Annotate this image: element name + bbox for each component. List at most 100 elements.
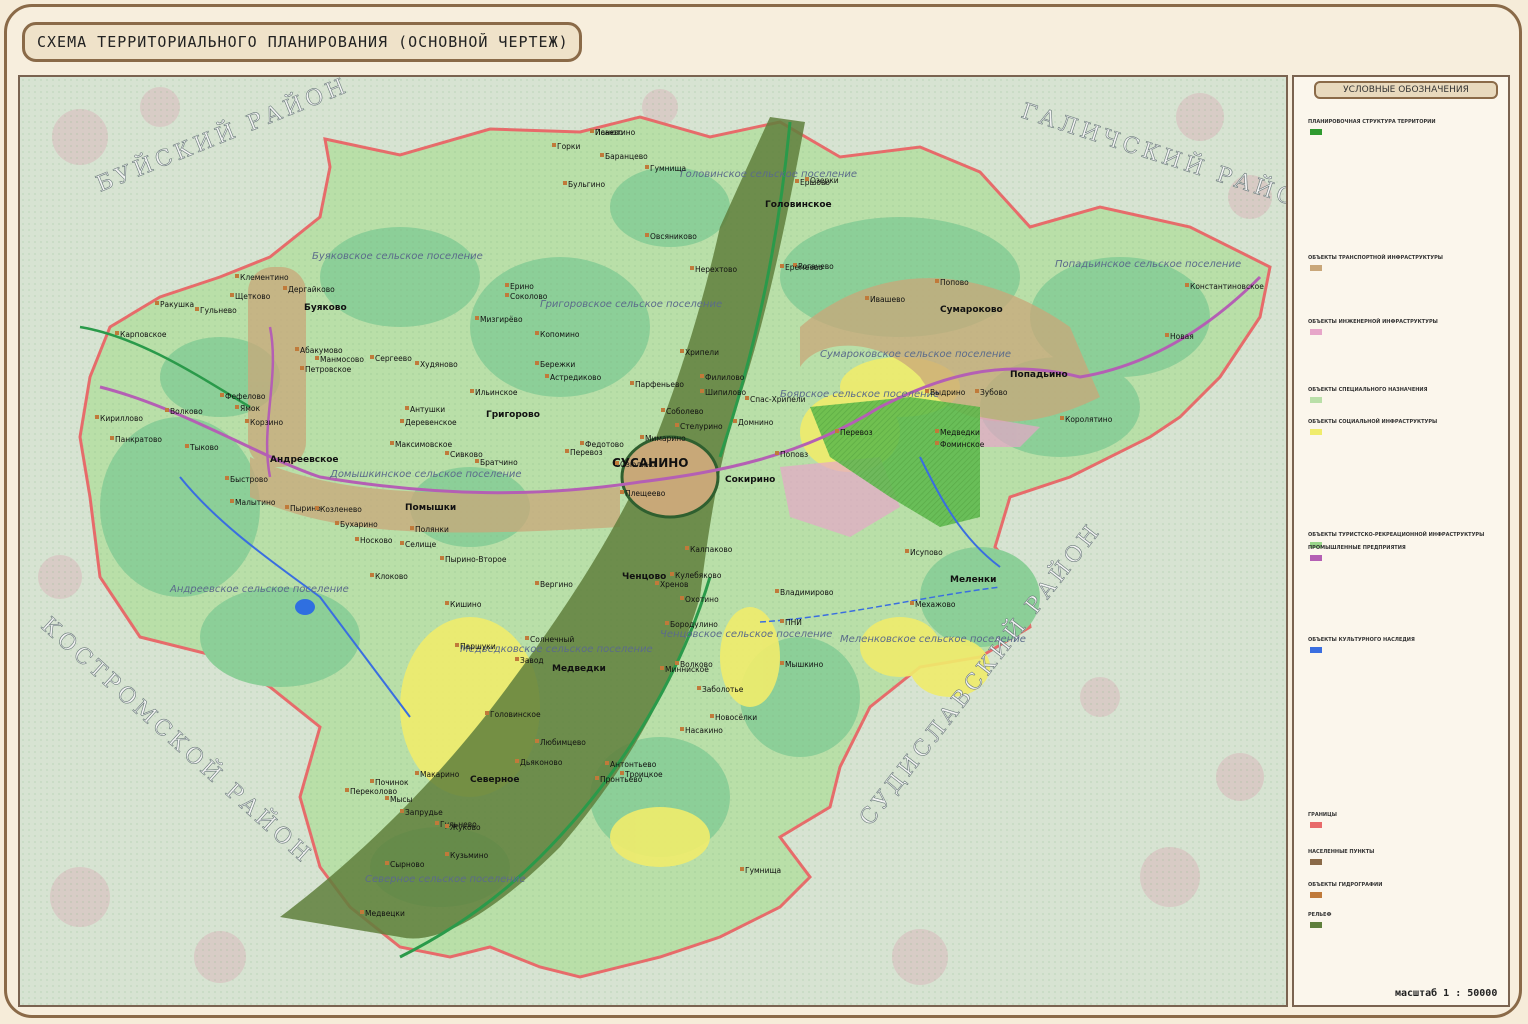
village-label[interactable]: Охотино <box>685 595 719 604</box>
village-label[interactable]: Панютино <box>595 128 636 137</box>
village-label[interactable]: Клементино <box>240 273 289 282</box>
village-label[interactable]: Соколово <box>510 292 548 301</box>
village-label[interactable]: Нерехтово <box>695 265 737 274</box>
village-label[interactable]: Ильинское <box>475 388 518 397</box>
village-label[interactable]: Гумнища <box>650 164 686 173</box>
village-label[interactable]: Сергеево <box>375 354 412 363</box>
village-label[interactable]: Солнечный <box>530 635 574 644</box>
village-label[interactable]: Бережки <box>540 360 575 369</box>
village-label[interactable]: Насакино <box>685 726 723 735</box>
village-label[interactable]: Перевоз <box>840 428 873 437</box>
village-label[interactable]: Копомино <box>540 330 580 339</box>
village-label[interactable]: Владимирово <box>780 588 834 597</box>
village-label[interactable]: Жуково <box>450 823 481 832</box>
village-label[interactable]: Плещеево <box>625 489 666 498</box>
village-label[interactable]: Парфеньево <box>635 380 684 389</box>
map-canvas[interactable]: БУЙСКИЙ РАЙОН ГАЛИЧСКИЙ РАЙОН КОСТРОМСКО… <box>20 77 1286 1005</box>
center-label[interactable]: Сумароково <box>940 305 1003 315</box>
center-label[interactable]: Помышки <box>405 503 456 513</box>
village-label[interactable]: Братчино <box>480 458 518 467</box>
village-label[interactable]: Кишино <box>450 600 482 609</box>
village-label[interactable]: Исупово <box>910 548 943 557</box>
village-label[interactable]: Мизгирёво <box>480 315 523 324</box>
center-label[interactable]: Андреевское <box>270 455 339 465</box>
village-label[interactable]: Кулебяково <box>675 571 722 580</box>
center-label[interactable]: Попадьино <box>1010 370 1068 380</box>
village-label[interactable]: Волково <box>680 660 713 669</box>
village-label[interactable]: Деревенское <box>405 418 457 427</box>
center-label[interactable]: Северное <box>470 775 519 785</box>
village-label[interactable]: Шипилово <box>705 388 746 397</box>
village-label[interactable]: Кириллово <box>100 414 143 423</box>
village-label[interactable]: Новосёлки <box>715 713 757 722</box>
village-label[interactable]: Перевоз <box>570 448 603 457</box>
village-label[interactable]: Мимарино <box>645 434 686 443</box>
village-label[interactable]: Щетково <box>235 292 271 301</box>
village-label[interactable]: Антонтьево <box>610 760 657 769</box>
village-label[interactable]: Козленево <box>320 505 362 514</box>
village-label[interactable]: Корзино <box>250 418 283 427</box>
village-label[interactable]: Бухарино <box>340 520 378 529</box>
village-label[interactable]: Дергайково <box>288 285 335 294</box>
village-label[interactable]: Петровское <box>305 365 352 374</box>
village-label[interactable]: Мехажово <box>915 600 956 609</box>
village-label[interactable]: Баранцево <box>605 152 648 161</box>
village-label[interactable]: Головинское <box>490 710 541 719</box>
village-label[interactable]: Хрипели <box>685 348 719 357</box>
village-label[interactable]: Озерки <box>810 176 839 185</box>
village-label[interactable]: Завод <box>520 656 544 665</box>
village-label[interactable]: Абакумово <box>300 346 343 355</box>
village-label[interactable]: Сивково <box>450 450 483 459</box>
village-label[interactable]: Пронтьево <box>600 775 643 784</box>
center-label[interactable]: Григорово <box>486 410 540 420</box>
village-label[interactable]: Мысы <box>390 795 413 804</box>
village-label[interactable]: Паршуки <box>460 642 496 651</box>
village-label[interactable]: Тыково <box>189 443 219 452</box>
village-label[interactable]: Королятино <box>1065 415 1113 424</box>
village-label[interactable]: Вергино <box>540 580 573 589</box>
village-label[interactable]: Поповз <box>780 450 808 459</box>
village-label[interactable]: Клоково <box>375 572 408 581</box>
village-label[interactable]: Астредиково <box>550 373 602 382</box>
village-label[interactable]: Ракушка <box>160 300 194 309</box>
village-label[interactable]: Дьяконово <box>520 758 563 767</box>
village-label[interactable]: Медвецки <box>365 909 405 918</box>
village-label[interactable]: Волково <box>170 407 203 416</box>
village-label[interactable]: Фоминское <box>940 440 985 449</box>
village-label[interactable]: Зубово <box>980 388 1008 397</box>
center-label[interactable]: Головинское <box>765 200 832 210</box>
village-label[interactable]: Любимцево <box>540 738 586 747</box>
village-label[interactable]: Спас-Хрипели <box>750 395 806 404</box>
village-label[interactable]: Выдрино <box>930 388 966 397</box>
village-label[interactable]: Запрудье <box>405 808 443 817</box>
village-label[interactable]: Соболево <box>666 407 704 416</box>
village-label[interactable]: Быстрово <box>230 475 268 484</box>
village-label[interactable]: Константиновское <box>1190 282 1264 291</box>
village-label[interactable]: Хренов <box>660 580 688 589</box>
village-label[interactable]: Худяново <box>420 360 458 369</box>
village-label[interactable]: Озюлино <box>620 460 656 469</box>
village-label[interactable]: Федотово <box>585 440 624 449</box>
village-label[interactable]: Починок <box>375 778 409 787</box>
village-label[interactable]: Селище <box>405 540 437 549</box>
village-label[interactable]: Макарино <box>420 770 460 779</box>
village-label[interactable]: Ивашево <box>870 295 906 304</box>
village-label[interactable]: Филилово <box>705 373 745 382</box>
village-label[interactable]: Медведки <box>940 428 980 437</box>
village-label[interactable]: Носково <box>360 536 393 545</box>
village-label[interactable]: Манмосово <box>320 355 364 364</box>
village-label[interactable]: Карповское <box>120 330 167 339</box>
center-label[interactable]: Меленки <box>950 575 996 585</box>
village-label[interactable]: Антушки <box>410 405 445 414</box>
village-label[interactable]: Полянки <box>415 525 449 534</box>
village-label[interactable]: Ерино <box>510 282 534 291</box>
village-label[interactable]: Панкратово <box>115 435 162 444</box>
village-label[interactable]: Фефелово <box>225 392 266 401</box>
village-label[interactable]: Горки <box>557 142 580 151</box>
village-label[interactable]: Малытино <box>235 498 276 507</box>
village-label[interactable]: Кузьмино <box>450 851 489 860</box>
village-label[interactable]: Гульнево <box>200 306 237 315</box>
village-label[interactable]: Бульгино <box>568 180 606 189</box>
village-label[interactable]: Бородулино <box>670 620 718 629</box>
village-label[interactable]: Еремеево <box>785 263 823 272</box>
